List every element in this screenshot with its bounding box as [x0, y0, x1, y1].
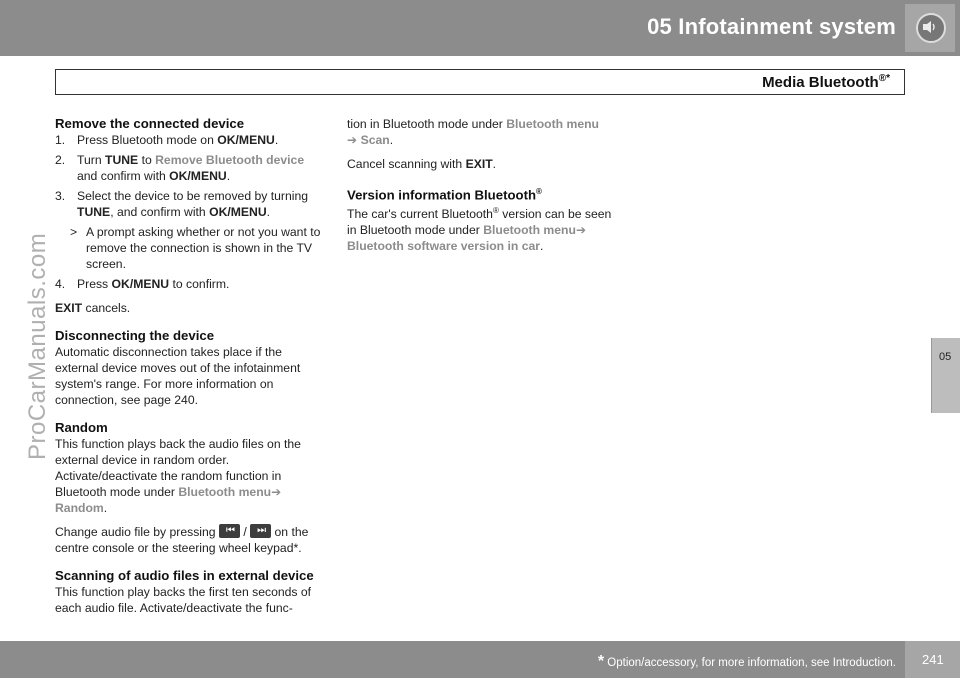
page-number-box: 241	[905, 641, 960, 678]
step-number: 1.	[55, 133, 66, 147]
menu-path: Bluetooth menu	[483, 223, 576, 238]
step-number: 2.	[55, 153, 66, 167]
remove-step-2: 2. Turn TUNE to Remove Bluetooth device …	[55, 153, 305, 183]
arrow-right-icon: ➔	[347, 133, 358, 147]
scan-heading: Scanning of audio files in external devi…	[55, 568, 314, 583]
speaker-icon	[923, 21, 935, 33]
sub-bullet: >	[70, 225, 78, 239]
change-file-text: Change audio file by pressing ⏮ / ⏭ on t…	[55, 524, 309, 555]
version-body: The car's current Bluetooth® version can…	[347, 206, 612, 254]
menu-path: Bluetooth software version in car	[347, 239, 541, 254]
section-title: Media Bluetooth®*	[762, 73, 890, 91]
step-number: 4.	[55, 277, 66, 291]
remove-step-3-note: > A prompt asking whether or not you wan…	[70, 225, 321, 271]
section-title-box: Media Bluetooth®*	[55, 69, 905, 95]
chapter-title: 05 Infotainment system	[647, 14, 896, 39]
remove-step-4: 4. Press OK/MENU to confirm.	[55, 277, 230, 291]
disconnect-body: Automatic disconnection takes place if t…	[55, 345, 301, 407]
menu-path: Bluetooth menu	[178, 485, 272, 499]
menu-path: Random	[55, 501, 104, 515]
remove-device-heading: Remove the connected device	[55, 116, 245, 131]
menu-path: Scan	[357, 133, 390, 147]
chapter-side-tab[interactable]: 05	[931, 338, 960, 413]
chapter-header-bar: 05 Infotainment system	[0, 0, 960, 56]
skip-forward-icon: ⏭	[250, 524, 272, 538]
version-heading: Version information Bluetooth®	[347, 187, 542, 203]
step-number: 3.	[55, 189, 66, 203]
exit-cancels-text: EXIT cancels.	[55, 301, 131, 315]
left-column: Remove the connected device 1. Press Blu…	[55, 116, 323, 616]
side-tab-label: 05	[939, 351, 952, 363]
watermark: ProCarManuals.com	[24, 232, 51, 460]
remove-step-1: 1. Press Bluetooth mode on OK/MENU.	[55, 133, 279, 147]
right-column: tion in Bluetooth mode under Bluetooth m…	[347, 116, 615, 254]
section-title-marks: ®*	[878, 73, 890, 84]
chapter-icon-box	[905, 4, 955, 52]
menu-path: Remove Bluetooth device	[155, 153, 305, 167]
random-body: This function plays back the audio files…	[55, 437, 301, 515]
remove-step-3: 3. Select the device to be removed by tu…	[55, 189, 309, 219]
random-heading: Random	[55, 420, 108, 435]
arrow-right-icon: ➔	[271, 485, 282, 499]
scan-body-continued: tion in Bluetooth mode under Bluetooth m…	[347, 117, 599, 147]
disconnect-heading: Disconnecting the device	[55, 328, 215, 343]
footnote: * Option/accessory, for more information…	[597, 653, 896, 670]
skip-back-icon: ⏮	[218, 524, 240, 538]
arrow-right-icon: ➔	[575, 223, 587, 238]
footer-bar: * Option/accessory, for more information…	[0, 641, 960, 678]
menu-path: Bluetooth menu	[506, 117, 599, 131]
page-number: 241	[922, 652, 944, 667]
scan-body: This function play backs the first ten s…	[55, 585, 312, 615]
cancel-scanning-text: Cancel scanning with EXIT.	[347, 157, 497, 171]
